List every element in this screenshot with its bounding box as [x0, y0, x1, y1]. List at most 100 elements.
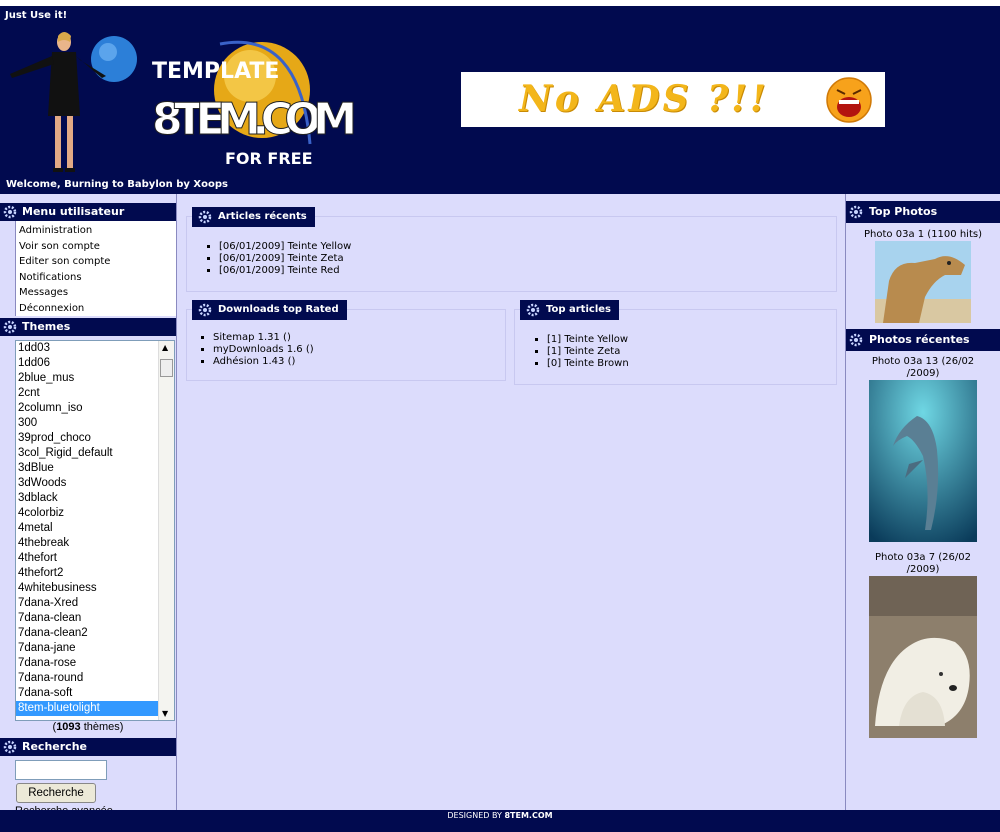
downloads-top-list: Sitemap 1.31 () myDownloads 1.6 () Adhés… — [201, 332, 314, 368]
theme-option[interactable]: 7dana-clean — [16, 611, 174, 626]
footer-brand-link[interactable]: 8TEM.COM — [504, 811, 552, 820]
recent-photo-caption[interactable]: Photo 03a 13 (26/02 /2009) — [846, 356, 1000, 380]
themes-scrollbar[interactable]: ▲ ▼ — [158, 341, 174, 720]
menu-item-administration[interactable]: Administration — [19, 223, 176, 239]
list-item[interactable]: [1] Teinte Yellow — [547, 334, 629, 346]
theme-option[interactable]: 7dana-rose — [16, 656, 174, 671]
theme-option[interactable]: 4whitebusiness — [16, 581, 174, 596]
theme-option[interactable]: 4thefort2 — [16, 566, 174, 581]
articles-recents-block: Articles récents [06/01/2009] Teinte Yel… — [186, 207, 837, 292]
theme-option[interactable]: 2column_iso — [16, 401, 174, 416]
list-item[interactable]: [06/01/2009] Teinte Red — [219, 265, 351, 277]
themes-block: 1dd03 1dd06 2blue_mus 2cnt 2column_iso 300 39p… — [0, 336, 176, 738]
themes-count: (1093 thèmes) — [52, 721, 124, 733]
theme-option[interactable]: 2cnt — [16, 386, 174, 401]
theme-option[interactable]: 7dana-round — [16, 671, 174, 686]
dolphin-photo[interactable] — [869, 380, 977, 542]
left-column: Menu utilisateur Administration Voir son… — [0, 203, 176, 826]
gear-icon — [198, 303, 212, 317]
theme-option[interactable]: 7dana-Xred — [16, 596, 174, 611]
recent-photos-title: Photos récentes — [846, 329, 1000, 351]
list-item[interactable]: Sitemap 1.31 () — [213, 332, 314, 344]
list-item[interactable]: [06/01/2009] Teinte Yellow — [219, 241, 351, 253]
logo-word-template: TEMPLATE — [152, 59, 279, 84]
downloads-top-title: Downloads top Rated — [192, 300, 347, 320]
no-ads-banner[interactable]: No ADS ?!! — [461, 72, 885, 127]
theme-option[interactable]: 4metal — [16, 521, 174, 536]
list-item[interactable]: [0] Teinte Brown — [547, 358, 629, 370]
list-item[interactable]: myDownloads 1.6 () — [213, 344, 314, 356]
theme-select-list[interactable]: 1dd03 1dd06 2blue_mus 2cnt 2column_iso 300 39p… — [15, 340, 175, 721]
recent-photo-caption[interactable]: Photo 03a 7 (26/02 /2009) — [846, 552, 1000, 576]
themes-count-number: 1093 — [56, 721, 81, 733]
theme-option[interactable]: 3dblack — [16, 491, 174, 506]
logo-word-free: FOR FREE — [225, 149, 313, 168]
site-header: Just Use it! TEMPLATE 8TEM.COM FOR FREE … — [0, 6, 1000, 194]
user-menu-title-text: Menu utilisateur — [22, 205, 125, 218]
search-input[interactable] — [15, 760, 107, 780]
menu-item-view-account[interactable]: Voir son compte — [19, 239, 176, 255]
menu-item-messages[interactable]: Messages — [19, 285, 176, 301]
scroll-up-icon[interactable]: ▲ — [162, 343, 168, 352]
theme-option[interactable]: 7dana-clean2 — [16, 626, 174, 641]
list-item[interactable]: [06/01/2009] Teinte Zeta — [219, 253, 351, 265]
search-button[interactable]: Recherche — [16, 783, 96, 803]
site-logo[interactable]: TEMPLATE 8TEM.COM FOR FREE — [150, 34, 365, 169]
center-column: Articles récents [06/01/2009] Teinte Yel… — [176, 194, 846, 810]
site-footer: DESIGNED BY 8TEM.COM — [0, 810, 1000, 832]
user-menu: Administration Voir son compte Editer so… — [0, 221, 176, 318]
logo-word-main: 8TEM.COM — [152, 94, 357, 145]
articles-recents-list: [06/01/2009] Teinte Yellow [06/01/2009] … — [207, 241, 351, 277]
right-column: Top Photos Photo 03a 1 (1100 hits) Photo… — [846, 201, 1000, 810]
top-photos-title-text: Top Photos — [869, 205, 938, 218]
theme-option[interactable]: 2blue_mus — [16, 371, 174, 386]
menu-item-notifications[interactable]: Notifications — [19, 270, 176, 286]
theme-option[interactable]: 4thefort — [16, 551, 174, 566]
theme-option[interactable]: 3dBlue — [16, 461, 174, 476]
theme-option[interactable]: 3dWoods — [16, 476, 174, 491]
gear-icon — [3, 320, 17, 334]
top-photo-caption[interactable]: Photo 03a 1 (1100 hits) — [846, 229, 1000, 241]
list-item[interactable]: Adhésion 1.43 () — [213, 356, 314, 368]
top-articles-list: [1] Teinte Yellow [1] Teinte Zeta [0] Te… — [535, 334, 629, 370]
polar-bear-photo[interactable] — [869, 576, 977, 738]
theme-option[interactable]: 39prod_choco — [16, 431, 174, 446]
theme-option[interactable]: 4thebreak — [16, 536, 174, 551]
theme-option[interactable]: 3col_Rigid_default — [16, 446, 174, 461]
banner-text: No ADS ?!! — [519, 78, 769, 120]
shouting-smiley-icon — [826, 77, 872, 123]
user-menu-title: Menu utilisateur — [0, 203, 176, 221]
welcome-message: Welcome, Burning to Babylon by Xoops — [6, 179, 228, 190]
theme-option[interactable]: 1dd06 — [16, 356, 174, 371]
list-item[interactable]: [1] Teinte Zeta — [547, 346, 629, 358]
footer-prefix: DESIGNED BY — [447, 811, 505, 820]
theme-option[interactable]: 7dana-jane — [16, 641, 174, 656]
top-photos-title: Top Photos — [846, 201, 1000, 223]
theme-option[interactable]: 8tem-bluetolight — [16, 701, 174, 716]
themes-title: Themes — [0, 318, 176, 336]
camel-photo[interactable] — [875, 241, 971, 323]
articles-recents-title: Articles récents — [192, 207, 315, 227]
theme-option[interactable]: 4colorbiz — [16, 506, 174, 521]
theme-options: 1dd03 1dd06 2blue_mus 2cnt 2column_iso 300 39p… — [16, 341, 174, 716]
recent-photos-title-text: Photos récentes — [869, 333, 970, 346]
main-layout: Menu utilisateur Administration Voir son… — [0, 194, 1000, 826]
site-tagline: Just Use it! — [5, 10, 68, 21]
theme-option[interactable]: 7dana-soft — [16, 686, 174, 701]
gear-icon — [849, 333, 863, 347]
search-title-text: Recherche — [22, 740, 87, 753]
theme-option[interactable]: 300 — [16, 416, 174, 431]
articles-recents-title-text: Articles récents — [218, 211, 307, 222]
scrollbar-thumb[interactable] — [160, 359, 173, 377]
scroll-down-icon[interactable]: ▼ — [162, 709, 168, 718]
gear-icon — [3, 205, 17, 219]
gear-icon — [526, 303, 540, 317]
themes-title-text: Themes — [22, 320, 71, 333]
top-articles-title-text: Top articles — [546, 304, 611, 315]
menu-item-logout[interactable]: Déconnexion — [19, 301, 176, 317]
mascot-woman-with-globe-image — [10, 32, 137, 172]
theme-option[interactable]: 1dd03 — [16, 341, 174, 356]
gear-icon — [3, 740, 17, 754]
menu-item-edit-account[interactable]: Editer son compte — [19, 254, 176, 270]
downloads-top-title-text: Downloads top Rated — [218, 304, 339, 315]
